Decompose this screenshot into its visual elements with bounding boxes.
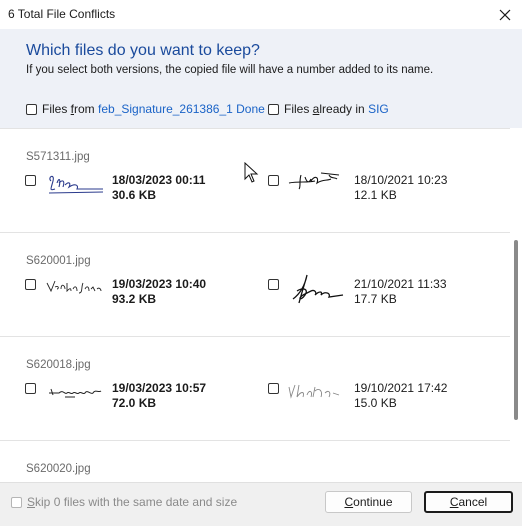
close-button[interactable] — [488, 0, 522, 29]
window-title: 6 Total File Conflicts — [8, 7, 116, 21]
keep-dest-checkbox[interactable] — [268, 175, 279, 186]
dest-size: 12.1 KB — [354, 188, 397, 202]
dest-thumbnail[interactable] — [285, 161, 351, 209]
skip-label: Skip 0 files with the same date and size — [27, 495, 238, 509]
checkbox-box[interactable] — [11, 496, 22, 508]
keep-source-checkbox[interactable] — [25, 279, 36, 290]
continue-button[interactable]: Continue — [325, 491, 412, 513]
conflict-item: S620018.jpg 19/03/2023 10:57 72.0 KB 19/… — [0, 336, 510, 440]
source-date: 18/03/2023 00:11 — [112, 173, 206, 187]
dest-thumbnail[interactable] — [285, 265, 351, 313]
source-date: 19/03/2023 10:40 — [112, 277, 207, 291]
dest-date: 21/10/2021 11:33 — [354, 277, 447, 291]
skip-same-files-checkbox[interactable]: Skip 0 files with the same date and size — [11, 495, 237, 509]
scrollbar[interactable] — [510, 128, 522, 482]
checkbox-box[interactable] — [26, 103, 37, 115]
dest-size: 17.7 KB — [354, 292, 397, 306]
keep-source-label: Files from feb_Signature_261386_1 Done — [42, 102, 265, 116]
file-name: S620020.jpg — [26, 463, 91, 475]
cancel-button[interactable]: Cancel — [424, 491, 513, 513]
file-name: S620001.jpg — [26, 255, 91, 267]
dest-size: 15.0 KB — [354, 396, 397, 410]
dest-thumbnail[interactable] — [285, 369, 351, 417]
keep-source-checkbox[interactable] — [25, 175, 36, 186]
dialog-header: Which files do you want to keep? If you … — [0, 29, 522, 128]
source-thumbnail[interactable] — [45, 375, 107, 409]
dialog-footer: Skip 0 files with the same date and size… — [0, 482, 522, 526]
dest-folder-link: SIG — [368, 102, 389, 116]
close-icon — [499, 9, 511, 20]
source-date: 19/03/2023 10:57 — [112, 381, 207, 395]
hint-text: If you select both versions, the copied … — [26, 64, 434, 76]
keep-source-files-checkbox[interactable]: Files from feb_Signature_261386_1 Done — [26, 102, 265, 116]
keep-dest-files-checkbox[interactable]: Files already in SIG — [268, 102, 389, 116]
keep-dest-checkbox[interactable] — [268, 383, 279, 394]
keep-source-checkbox[interactable] — [25, 383, 36, 394]
file-name: S571311.jpg — [26, 151, 90, 163]
keep-dest-label: Files already in SIG — [284, 102, 389, 116]
checkbox-box[interactable] — [268, 103, 279, 115]
file-name: S620018.jpg — [26, 359, 91, 371]
question-heading: Which files do you want to keep? — [26, 42, 260, 59]
scrollbar-thumb[interactable] — [514, 240, 518, 420]
mouse-pointer-icon — [244, 162, 259, 183]
dest-date: 19/10/2021 17:42 — [354, 381, 448, 395]
source-size: 72.0 KB — [112, 396, 157, 410]
conflict-item: S620020.jpg — [0, 440, 510, 482]
keep-dest-checkbox[interactable] — [268, 279, 279, 290]
source-thumbnail[interactable] — [45, 167, 107, 201]
source-thumbnail[interactable] — [45, 271, 107, 305]
source-size: 30.6 KB — [112, 188, 157, 202]
dest-date: 18/10/2021 10:23 — [354, 173, 448, 187]
source-size: 93.2 KB — [112, 292, 157, 306]
conflict-item: S620001.jpg 19/03/2023 10:40 93.2 KB 21/… — [0, 232, 510, 336]
title-bar: 6 Total File Conflicts — [0, 0, 522, 29]
source-folder-link: feb_Signature_261386_1 Done — [98, 102, 265, 116]
